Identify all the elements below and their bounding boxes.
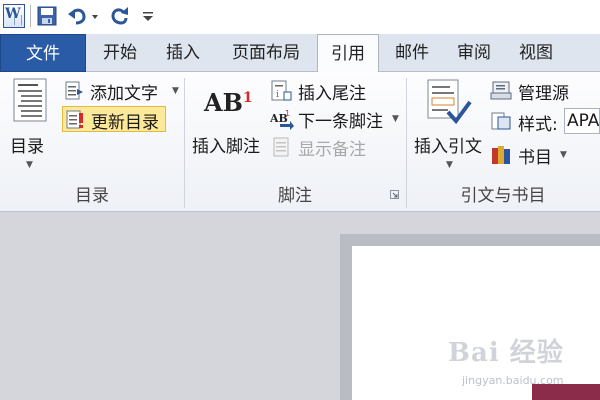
update-toc-icon	[66, 110, 83, 129]
insert-footnote-label: 插入脚注	[192, 137, 260, 157]
dialog-launcher-icon[interactable]	[390, 190, 400, 200]
show-notes-icon	[273, 137, 289, 157]
manage-sources-icon	[490, 81, 512, 100]
group-label-footnotes: 脚注	[278, 186, 312, 206]
bibliography-label: 书目	[518, 148, 552, 168]
group-label-toc: 目录	[75, 186, 109, 206]
tab-references[interactable]: 引用	[317, 34, 379, 73]
tab-mailings[interactable]: 邮件	[384, 34, 440, 72]
update-toc-label: 更新目录	[91, 113, 159, 133]
repeat-icon[interactable]	[108, 4, 130, 28]
ribbon-panel: 目录 ▼ 添加文字 ▼ 更新目录 目录 AB1 插入脚注 i 插入尾注 AB 1…	[0, 72, 600, 212]
footnote-icon: AB1	[204, 88, 253, 117]
bibliography-icon	[492, 146, 510, 164]
toc-button[interactable]: 目录 ▼	[6, 76, 56, 180]
tab-file[interactable]: 文件	[0, 34, 86, 72]
group-label-citations: 引文与书目	[460, 186, 546, 206]
footnote-icon-superscript: 1	[242, 90, 253, 106]
bibliography-button[interactable]: 书目 ▼	[490, 142, 580, 168]
endnote-icon: i	[271, 80, 292, 101]
show-notes-button[interactable]: 显示备注	[270, 134, 380, 160]
chevron-down-icon: ▼	[560, 150, 567, 160]
insert-citation-label: 插入引文	[414, 137, 482, 157]
chevron-down-icon: ▼	[26, 160, 33, 170]
next-footnote-label: 下一条脚注	[298, 112, 383, 132]
update-toc-button[interactable]: 更新目录	[62, 106, 166, 133]
quick-access-toolbar: W	[0, 0, 600, 34]
word-app-icon[interactable]: W	[3, 4, 25, 28]
add-text-label: 添加文字	[90, 84, 158, 104]
next-footnote-button[interactable]: AB 1 下一条脚注 ▼	[270, 106, 404, 132]
insert-citation-button[interactable]: 插入引文 ▼	[412, 76, 488, 180]
chevron-down-icon: ▼	[446, 160, 453, 170]
next-footnote-icon: AB 1	[270, 109, 294, 130]
footnote-icon-text: AB	[204, 88, 243, 117]
tab-home[interactable]: 开始	[94, 34, 146, 72]
manage-sources-button[interactable]: 管理源	[490, 78, 590, 104]
add-text-icon	[65, 81, 83, 100]
add-text-button[interactable]: 添加文字 ▼	[62, 78, 182, 104]
save-icon[interactable]	[36, 4, 58, 28]
table-of-contents-icon	[13, 78, 47, 122]
insert-endnote-label: 插入尾注	[298, 84, 366, 104]
insert-footnote-button[interactable]: AB1 插入脚注	[190, 76, 266, 180]
watermark-url: jingyan.baidu.com	[462, 374, 564, 387]
undo-icon[interactable]	[66, 4, 88, 28]
watermark-logo: Bai 经验	[448, 338, 564, 368]
tab-page-layout[interactable]: 页面布局	[220, 34, 312, 72]
chevron-down-icon: ▼	[392, 114, 399, 124]
undo-dropdown-icon[interactable]	[90, 4, 100, 28]
chevron-down-icon: ▼	[172, 86, 179, 96]
tab-insert[interactable]: 插入	[154, 34, 212, 72]
style-value: APA	[567, 111, 600, 131]
svg-text:1: 1	[285, 109, 290, 118]
watermark: Bai 经验 jingyan.baidu.com	[448, 332, 598, 390]
tab-review[interactable]: 审阅	[446, 34, 502, 72]
toolbar-divider	[30, 5, 31, 27]
style-selector[interactable]: 样式: APA	[490, 108, 600, 135]
tab-view[interactable]: 视图	[508, 34, 564, 72]
style-label: 样式:	[518, 115, 558, 135]
customize-toolbar-icon[interactable]	[140, 4, 156, 28]
insert-citation-icon	[427, 79, 472, 125]
show-notes-label: 显示备注	[298, 140, 366, 160]
manage-sources-label: 管理源	[518, 84, 569, 104]
style-icon	[491, 112, 511, 130]
toc-button-label: 目录	[10, 137, 44, 157]
svg-text:i: i	[276, 90, 279, 100]
insert-endnote-button[interactable]: i 插入尾注	[270, 78, 380, 104]
style-dropdown[interactable]: APA	[564, 108, 600, 134]
ribbon-tab-strip: 文件 开始 插入 页面布局 引用 邮件 审阅 视图	[0, 34, 600, 73]
